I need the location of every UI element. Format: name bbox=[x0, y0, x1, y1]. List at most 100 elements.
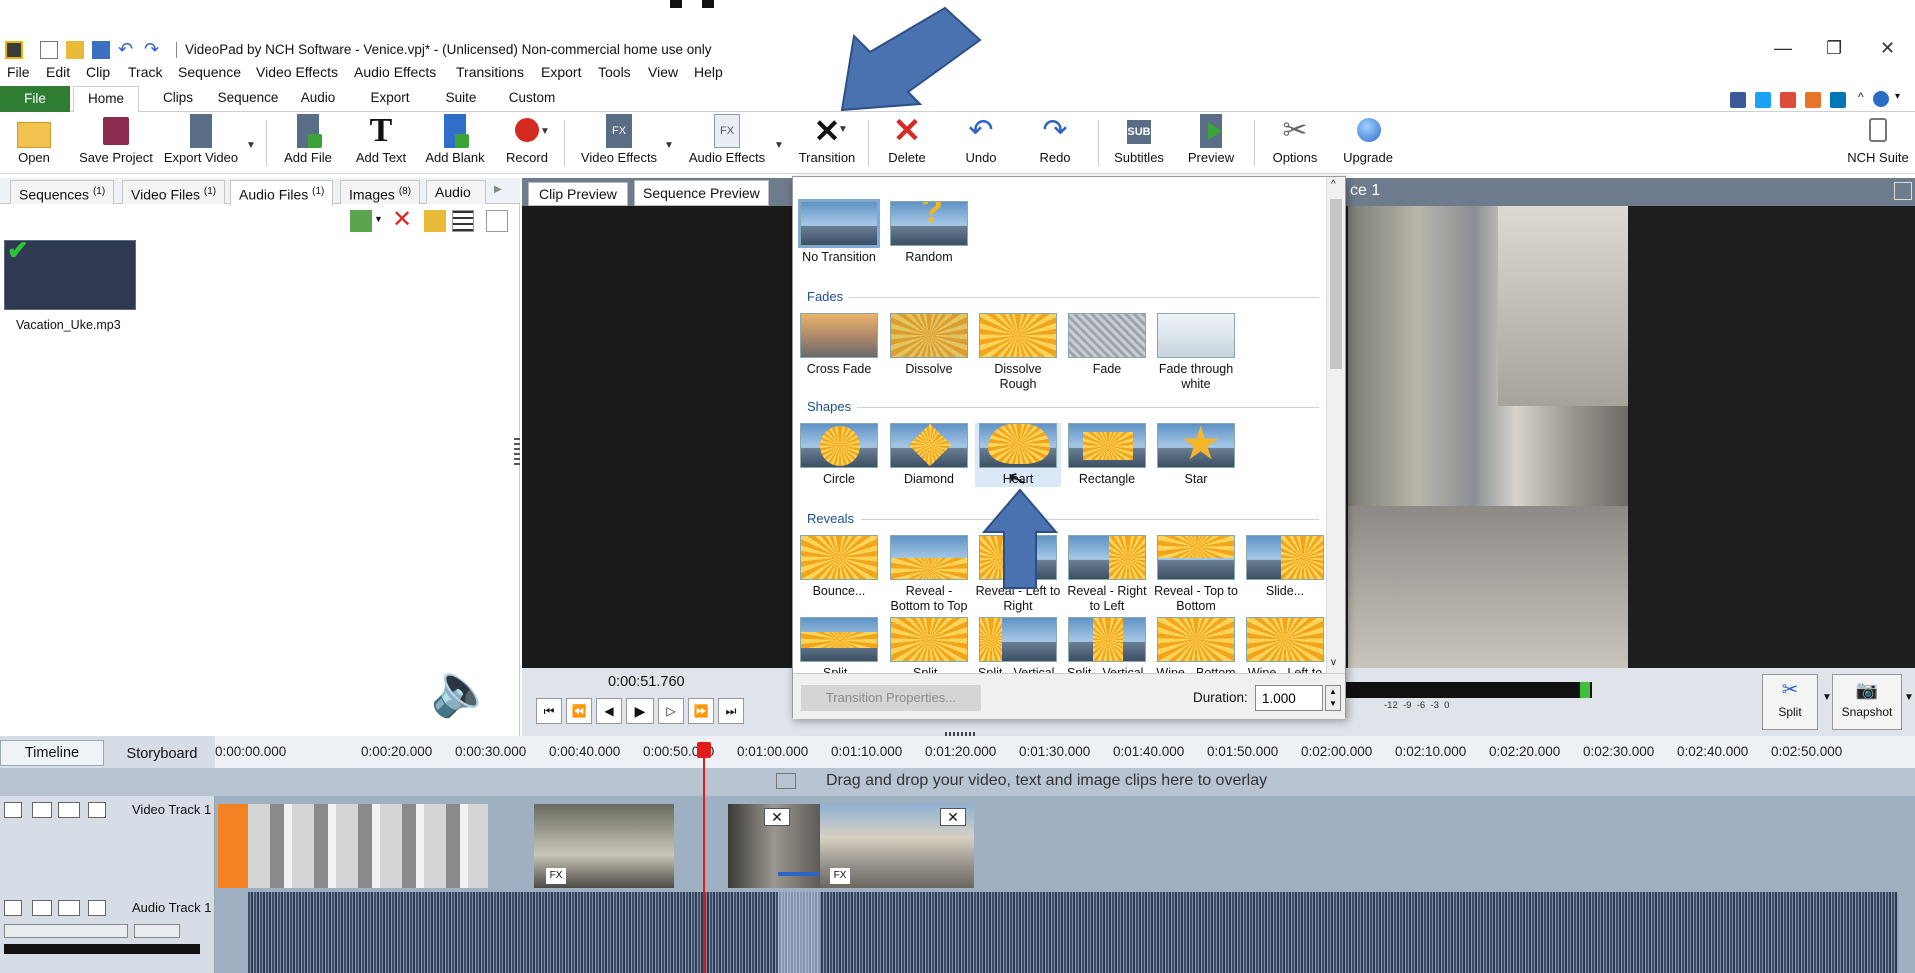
transition-wipe-left-to[interactable]: Wipe - Left to bbox=[1242, 617, 1328, 681]
duration-spinner[interactable]: ▲ ▼ bbox=[1325, 685, 1341, 711]
import-dropdown-icon[interactable]: ▼ bbox=[374, 214, 383, 224]
open-button[interactable]: Open bbox=[12, 114, 56, 165]
menu-audio-effects[interactable]: Audio Effects bbox=[354, 64, 436, 80]
tab-clips[interactable]: Clips bbox=[150, 86, 206, 112]
transition-bounce[interactable]: Bounce... bbox=[796, 535, 882, 599]
linkedin-icon[interactable] bbox=[1830, 92, 1846, 108]
scroll-down-icon[interactable]: v bbox=[1331, 657, 1336, 668]
step-forward-button[interactable]: ▷ bbox=[658, 698, 684, 724]
google-plus-icon[interactable] bbox=[1780, 92, 1796, 108]
transition-slide[interactable]: Slide... bbox=[1242, 535, 1328, 599]
effects-icon[interactable] bbox=[58, 802, 80, 818]
transition-reveal-bottom-to-top[interactable]: Reveal - Bottom to Top bbox=[886, 535, 972, 614]
time-ruler[interactable]: 0:00:00.000 0:00:20.000 0:00:30.000 0:00:40… bbox=[215, 736, 1915, 768]
tab-export[interactable]: Export bbox=[360, 86, 420, 112]
transition-split-1[interactable]: Split - bbox=[796, 617, 882, 681]
undock-icon[interactable] bbox=[486, 210, 508, 232]
tab-home[interactable]: Home bbox=[73, 86, 139, 113]
options-button[interactable]: ✂ Options bbox=[1268, 114, 1322, 165]
next-frame-button[interactable]: ⏩ bbox=[688, 698, 714, 724]
scrollbar-thumb[interactable] bbox=[1330, 199, 1342, 369]
transition-reveal-right-to-left[interactable]: Reveal - Right to Left bbox=[1064, 535, 1150, 614]
playhead-handle[interactable] bbox=[697, 742, 711, 758]
menu-sequence[interactable]: Sequence bbox=[178, 64, 241, 80]
restore-button[interactable]: ❐ bbox=[1826, 38, 1842, 59]
effects-icon[interactable] bbox=[58, 900, 80, 916]
video-effects-button[interactable]: FX Video Effects bbox=[578, 114, 660, 165]
open-folder-icon[interactable] bbox=[66, 41, 84, 59]
eye-icon[interactable] bbox=[32, 802, 52, 818]
undock-preview-icon[interactable] bbox=[1894, 182, 1912, 200]
blank-clip[interactable] bbox=[218, 804, 248, 888]
new-file-icon[interactable] bbox=[40, 41, 58, 59]
audio-effects-button[interactable]: FX Audio Effects bbox=[684, 114, 770, 165]
preview-button[interactable]: Preview bbox=[1184, 114, 1238, 165]
previous-frame-button[interactable]: ⏪ bbox=[566, 698, 592, 724]
overlay-drop-zone[interactable]: Drag and drop your video, text and image… bbox=[0, 768, 1915, 796]
transition-dissolve[interactable]: Dissolve bbox=[886, 313, 972, 377]
audio-waveform[interactable] bbox=[248, 892, 1898, 973]
add-file-button[interactable]: Add File bbox=[282, 114, 334, 165]
new-folder-icon[interactable] bbox=[424, 210, 446, 232]
menu-file[interactable]: File bbox=[7, 64, 30, 80]
minimize-button[interactable]: — bbox=[1774, 38, 1792, 59]
remove-icon[interactable]: ✕ bbox=[392, 208, 412, 232]
tab-suite[interactable]: Suite bbox=[436, 86, 486, 112]
nch-suite-button[interactable]: NCH Suite bbox=[1846, 114, 1910, 165]
menu-video-effects[interactable]: Video Effects bbox=[256, 64, 338, 80]
video-clip-2[interactable]: FX bbox=[534, 804, 674, 888]
export-dropdown-icon[interactable]: ▼ bbox=[246, 140, 256, 151]
lock-icon[interactable] bbox=[88, 802, 106, 818]
add-text-button[interactable]: T Add Text bbox=[352, 114, 410, 166]
timeline-resize-handle[interactable] bbox=[945, 732, 975, 736]
split-button[interactable]: ✂ Split bbox=[1762, 674, 1818, 730]
video-effects-dropdown-icon[interactable]: ▼ bbox=[664, 140, 674, 151]
tab-clip-preview[interactable]: Clip Preview bbox=[528, 182, 628, 206]
list-view-icon[interactable] bbox=[452, 210, 474, 232]
redo-quick-icon[interactable]: ↷ bbox=[144, 40, 162, 59]
audio-effects-dropdown-icon[interactable]: ▼ bbox=[774, 140, 784, 151]
redo-button[interactable]: ↷ Redo bbox=[1032, 114, 1078, 165]
transition-circle[interactable]: Circle bbox=[796, 423, 882, 487]
menu-edit[interactable]: Edit bbox=[46, 64, 70, 80]
transition-split-vertical-1[interactable]: Split - Vertical, bbox=[975, 617, 1061, 681]
playhead[interactable] bbox=[703, 744, 705, 973]
tab-scroll-right-icon[interactable]: ▶ bbox=[494, 184, 502, 195]
transition-reveal-top-to-bottom[interactable]: Reveal - Top to Bottom bbox=[1153, 535, 1239, 614]
snapshot-button[interactable]: 📷 Snapshot bbox=[1832, 674, 1902, 730]
add-blank-button[interactable]: Add Blank bbox=[424, 114, 486, 165]
pan-slider[interactable] bbox=[134, 924, 180, 938]
tab-sequence-preview[interactable]: Sequence Preview bbox=[634, 180, 769, 206]
go-to-start-button[interactable]: ⏮ bbox=[536, 698, 562, 724]
transition-diamond[interactable]: Diamond bbox=[886, 423, 972, 487]
panel-resize-handle[interactable] bbox=[514, 438, 520, 468]
transition-marker-icon[interactable]: ✕ bbox=[940, 808, 966, 826]
subtitles-button[interactable]: SUB Subtitles bbox=[1110, 114, 1168, 165]
delete-button[interactable]: ✕ Delete bbox=[882, 114, 932, 165]
go-to-end-button[interactable]: ⏭ bbox=[718, 698, 744, 724]
menu-tools[interactable]: Tools bbox=[598, 64, 631, 80]
menu-transitions[interactable]: Transitions bbox=[456, 64, 524, 80]
undo-button[interactable]: ↶ Undo bbox=[958, 114, 1004, 165]
transition-random[interactable]: ? Random bbox=[886, 201, 972, 265]
tab-custom[interactable]: Custom bbox=[500, 86, 564, 112]
menu-clip[interactable]: Clip bbox=[86, 64, 110, 80]
tab-storyboard[interactable]: Storyboard bbox=[110, 742, 214, 766]
tab-video-files[interactable]: Video Files (1) bbox=[122, 180, 226, 204]
transition-rectangle[interactable]: Rectangle bbox=[1064, 423, 1150, 487]
step-back-button[interactable]: ◀ bbox=[596, 698, 622, 724]
transition-split-2[interactable]: Split - bbox=[886, 617, 972, 681]
tab-sequence[interactable]: Sequence bbox=[212, 86, 284, 112]
tab-timeline[interactable]: Timeline bbox=[0, 740, 104, 766]
collapse-ribbon-icon[interactable]: ^ bbox=[1858, 90, 1864, 104]
transition-dissolve-rough[interactable]: Dissolve Rough bbox=[975, 313, 1061, 392]
tab-sequences[interactable]: Sequences (1) bbox=[10, 180, 115, 204]
transition-fade[interactable]: Fade bbox=[1064, 313, 1150, 377]
duration-input[interactable] bbox=[1255, 685, 1323, 711]
collapse-track-icon[interactable] bbox=[4, 900, 22, 916]
menu-view[interactable]: View bbox=[648, 64, 678, 80]
transition-no-transition[interactable]: No Transition bbox=[796, 199, 882, 265]
video-clip-1[interactable] bbox=[248, 804, 488, 888]
transition-button[interactable]: ✕ Transition bbox=[794, 114, 860, 165]
record-button[interactable]: Record bbox=[502, 114, 552, 165]
